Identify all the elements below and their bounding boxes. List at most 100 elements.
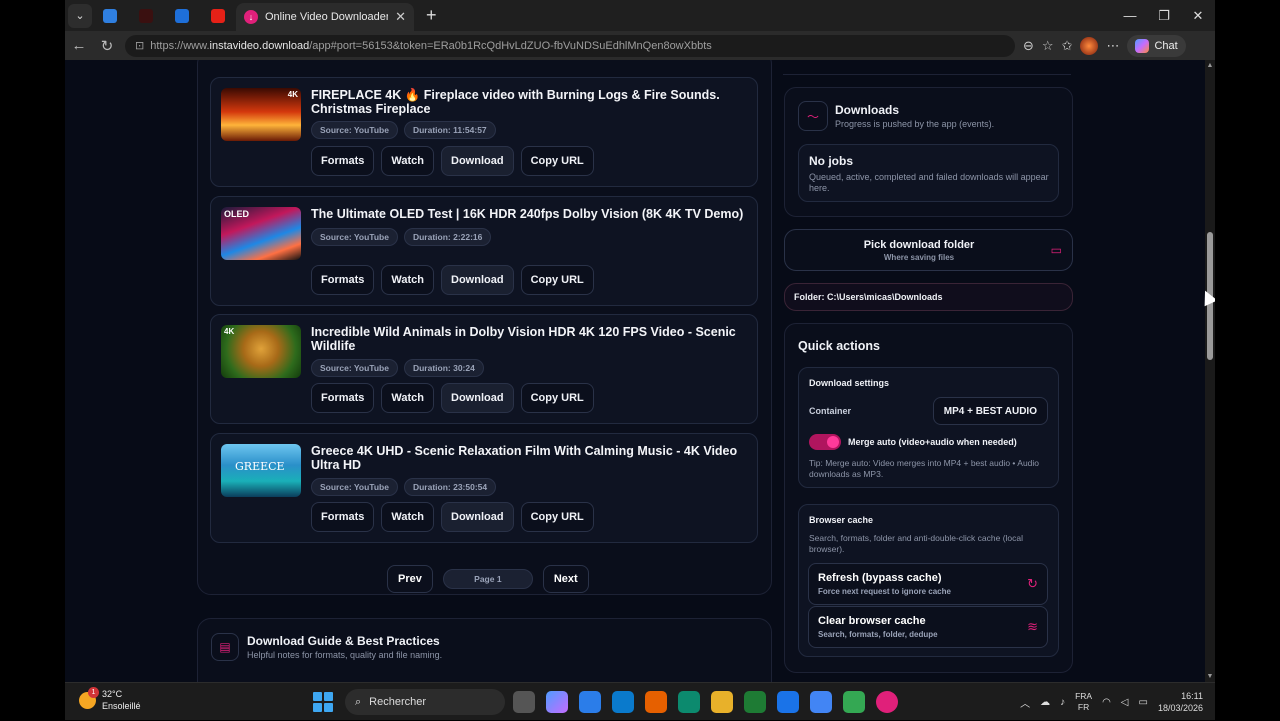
next-button[interactable]: Next [542,565,589,593]
weather-text: Ensoleillé [102,701,141,711]
folder-icon: ▭ [1050,243,1062,257]
video-card: 4K FIREPLACE 4K 🔥 Fireplace video with B… [210,77,758,187]
video-thumbnail[interactable]: GREECE [221,444,301,497]
url-field[interactable]: ⊡ https://www.instavideo.download/app#po… [125,34,1015,57]
refresh-cache-button[interactable]: Refresh (bypass cache) Force next reques… [808,563,1048,605]
copilot-chat-button[interactable]: Chat [1127,34,1186,57]
weather-widget[interactable]: 1 32°C Ensoleillé [79,686,141,712]
profile-avatar[interactable] [1080,36,1099,55]
video-thumbnail[interactable]: OLED [221,207,301,260]
wifi-icon[interactable]: ◠ [1102,697,1111,708]
download-button[interactable]: Download [441,502,514,532]
firefox-icon[interactable] [645,691,667,713]
copy-url-button[interactable]: Copy URL [520,383,594,413]
download-app-icon[interactable] [876,691,898,713]
vscode-icon[interactable] [612,691,634,713]
close-tab-icon[interactable]: ✕ [395,9,406,25]
tab-actions-chevron-icon[interactable]: ⌄ [68,3,92,28]
app-icon[interactable] [744,691,766,713]
chrome-profile-icon[interactable] [843,691,865,713]
chrome-icon[interactable] [777,691,799,713]
formats-button[interactable]: Formats [311,265,375,295]
maximize-icon[interactable]: ❐ [1147,0,1181,31]
start-button[interactable] [313,692,333,712]
favorites-icon[interactable]: ✩ [1062,38,1073,54]
watch-button[interactable]: Watch [381,383,434,413]
formats-button[interactable]: Formats [311,146,375,176]
merge-label: Merge auto (video+audio when needed) [848,437,1017,447]
tab-pinned-4[interactable] [200,4,236,28]
reload-icon[interactable]: ↻ [93,37,121,55]
download-button[interactable]: Download [441,383,514,413]
watch-button[interactable]: Watch [381,265,434,295]
database-icon: ≋ [1027,619,1038,634]
empty-title: No jobs [809,154,853,168]
tab-pinned-1[interactable] [92,4,128,28]
tab-active[interactable]: ↓ Online Video Downloader ✕ [236,3,414,31]
scroll-down-icon[interactable]: ▼ [1205,673,1215,680]
temperature: 32°C [102,689,123,699]
onedrive-icon[interactable]: ☁ [1040,697,1050,708]
minimize-icon[interactable]: — [1113,0,1147,31]
download-button[interactable]: Download [441,146,514,176]
source-badge: Source: YouTube [311,478,398,496]
video-thumbnail[interactable]: 4K [221,88,301,141]
favorite-star-icon[interactable]: ☆ [1042,38,1054,54]
copy-url-button[interactable]: Copy URL [520,146,594,176]
cache-title: Browser cache [809,515,874,525]
prev-button[interactable]: Prev [387,565,433,593]
tip-text: Tip: Merge auto: Video merges into MP4 +… [809,458,1040,479]
watch-button[interactable]: Watch [381,502,434,532]
container-select[interactable]: MP4 + BEST AUDIO [932,397,1048,425]
tab-bar: ⌄ ↓ Online Video Downloader ✕ + — ❐ ✕ [65,0,1215,31]
source-badge: Source: YouTube [311,121,398,139]
volume-icon[interactable]: ◁ [1121,697,1129,708]
new-tab-icon[interactable]: + [426,5,437,26]
formats-button[interactable]: Formats [311,383,375,413]
scroll-up-icon[interactable]: ▲ [1205,62,1215,69]
download-settings: Download settings Container MP4 + BEST A… [798,367,1059,488]
clock[interactable]: 16:11 18/03/2026 [1158,690,1203,714]
chevron-up-icon[interactable]: ︿ [1020,695,1030,710]
microphone-icon[interactable]: ♪ [1060,697,1065,708]
video-card: 4K Incredible Wild Animals in Dolby Visi… [210,314,758,424]
tab-pinned-2[interactable] [128,4,164,28]
page-scrollbar[interactable]: ▲ ▼ [1205,60,1215,682]
download-button[interactable]: Download [441,265,514,295]
formats-button[interactable]: Formats [311,502,375,532]
video-title: Incredible Wild Animals in Dolby Vision … [311,325,736,353]
chrome-profile-icon[interactable] [810,691,832,713]
merge-toggle[interactable] [809,434,841,450]
tab-pinned-3[interactable] [164,4,200,28]
battery-icon[interactable]: ▭ [1139,697,1148,708]
copy-url-button[interactable]: Copy URL [520,265,594,295]
clear-sub: Search, formats, folder, dedupe [818,630,938,639]
copy-url-button[interactable]: Copy URL [520,502,594,532]
more-icon[interactable]: ⋯ [1106,38,1119,54]
video-title: FIREPLACE 4K 🔥 Fireplace video with Burn… [311,88,720,116]
video-thumbnail[interactable]: 4K [221,325,301,378]
reading-mode-icon[interactable]: ⊖ [1023,38,1034,54]
explorer-icon[interactable] [711,691,733,713]
cache-text: Search, formats, folder and anti-double-… [809,533,1024,554]
video-title: Greece 4K UHD - Scenic Relaxation Film W… [311,444,738,472]
store-icon[interactable] [579,691,601,713]
taskbar: 1 32°C Ensoleillé ⌕ Rechercher ︿ ☁ ♪ FRA F… [65,682,1215,720]
task-view-icon[interactable] [513,691,535,713]
site-info-icon[interactable]: ⊡ [135,39,144,52]
pick-folder-button[interactable]: Pick download folder Where saving files … [784,229,1073,271]
clear-cache-button[interactable]: Clear browser cache Search, formats, fol… [808,606,1048,648]
watch-button[interactable]: Watch [381,146,434,176]
edge-icon[interactable] [678,691,700,713]
back-icon[interactable]: ← [65,37,93,54]
quick-actions-title: Quick actions [798,339,880,353]
close-window-icon[interactable]: ✕ [1181,0,1215,31]
video-title: The Ultimate OLED Test | 16K HDR 240fps … [311,207,744,221]
taskbar-search[interactable]: ⌕ Rechercher [345,689,505,715]
source-badge: Source: YouTube [311,228,398,246]
copilot-icon[interactable] [546,691,568,713]
refresh-label: Refresh (bypass cache) [818,572,942,584]
language-indicator[interactable]: FRA FR [1075,691,1092,713]
download-app-icon: ↓ [244,10,258,24]
app-icon [103,8,117,23]
